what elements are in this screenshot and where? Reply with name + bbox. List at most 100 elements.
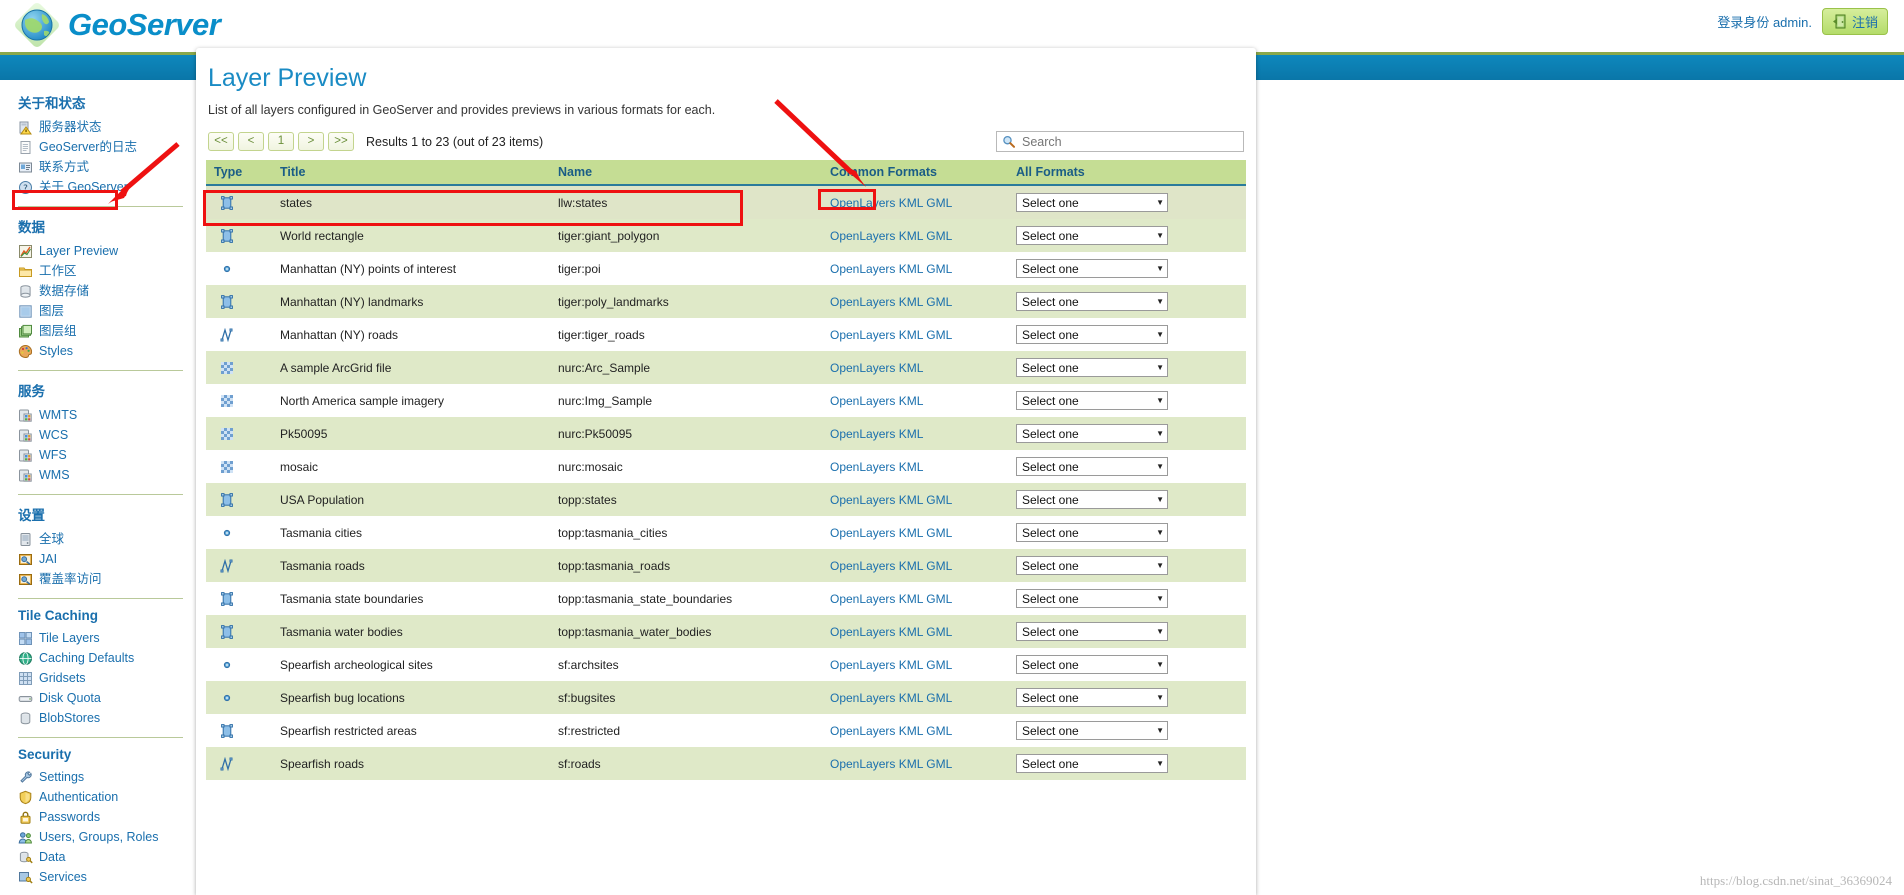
sidebar-item-[interactable]: 图层: [18, 302, 196, 321]
common-formats-links[interactable]: OpenLayers KML GML: [830, 262, 952, 276]
pagination-last-button[interactable]: >>: [328, 132, 354, 151]
sidebar-item-blobstores[interactable]: BlobStores: [18, 709, 196, 728]
cell-type: [206, 747, 272, 780]
sidebar-item-services[interactable]: Services: [18, 868, 196, 887]
column-header-common-formats[interactable]: Common Formats: [822, 160, 1008, 186]
common-formats-links[interactable]: OpenLayers KML GML: [830, 229, 952, 243]
all-formats-select[interactable]: Select one ▼: [1016, 490, 1168, 509]
common-formats-links[interactable]: OpenLayers KML: [830, 460, 923, 474]
table-row[interactable]: North America sample imagery nurc:Img_Sam…: [206, 384, 1246, 417]
table-row[interactable]: USA Population topp:states OpenLayers KML …: [206, 483, 1246, 516]
all-formats-select[interactable]: Select one ▼: [1016, 688, 1168, 707]
table-row[interactable]: Manhattan (NY) points of interest tiger:p…: [206, 252, 1246, 285]
sidebar-item-wcs[interactable]: WCS: [18, 426, 196, 445]
search-input[interactable]: [1020, 133, 1238, 150]
all-formats-select[interactable]: Select one ▼: [1016, 556, 1168, 575]
sidebar-item-[interactable]: 覆盖率访问: [18, 570, 196, 589]
pagination-page-1-button[interactable]: 1: [268, 132, 294, 151]
all-formats-select[interactable]: Select one ▼: [1016, 193, 1168, 212]
logout-button[interactable]: 注销: [1821, 8, 1888, 35]
pagination-first-button[interactable]: <<: [208, 132, 234, 151]
common-formats-links[interactable]: OpenLayers KML GML: [830, 526, 952, 540]
common-formats-links[interactable]: OpenLayers KML GML: [830, 328, 952, 342]
table-row[interactable]: Tasmania cities topp:tasmania_cities OpenL…: [206, 516, 1246, 549]
search-box[interactable]: [996, 131, 1244, 152]
cell-name: tiger:giant_polygon: [550, 219, 822, 252]
all-formats-select[interactable]: Select one ▼: [1016, 358, 1168, 377]
sidebar-item-[interactable]: 服务器状态: [18, 118, 196, 137]
common-formats-links[interactable]: OpenLayers KML: [830, 394, 923, 408]
sidebar-item-data[interactable]: Data: [18, 848, 196, 867]
sidebar-item-jai[interactable]: JAI: [18, 550, 196, 569]
sidebar-item-geoserver[interactable]: GeoServer的日志: [18, 138, 196, 157]
column-header-all-formats[interactable]: All Formats: [1008, 160, 1246, 186]
common-formats-links[interactable]: OpenLayers KML GML: [830, 691, 952, 705]
all-formats-select[interactable]: Select one ▼: [1016, 622, 1168, 641]
all-formats-select[interactable]: Select one ▼: [1016, 655, 1168, 674]
sidebar-item-geoserver[interactable]: ? 关于 GeoServer: [18, 178, 196, 197]
brand-logo[interactable]: GeoServer: [14, 2, 221, 48]
all-formats-select[interactable]: Select one ▼: [1016, 259, 1168, 278]
sidebar-item-styles[interactable]: Styles: [18, 342, 196, 361]
all-formats-select[interactable]: Select one ▼: [1016, 754, 1168, 773]
common-formats-links[interactable]: OpenLayers KML GML: [830, 592, 952, 606]
sidebar-item-[interactable]: 全球: [18, 530, 196, 549]
all-formats-select[interactable]: Select one ▼: [1016, 292, 1168, 311]
column-header-type[interactable]: Type: [206, 160, 272, 186]
sidebar-item-tile-layers[interactable]: Tile Layers: [18, 629, 196, 648]
all-formats-select[interactable]: Select one ▼: [1016, 589, 1168, 608]
all-formats-select[interactable]: Select one ▼: [1016, 523, 1168, 542]
sidebar-item-[interactable]: 工作区: [18, 262, 196, 281]
table-row[interactable]: Pk50095 nurc:Pk50095 OpenLayers KML Select …: [206, 417, 1246, 450]
table-row[interactable]: mosaic nurc:mosaic OpenLayers KML Select on…: [206, 450, 1246, 483]
column-header-name[interactable]: Name: [550, 160, 822, 186]
table-row[interactable]: states llw:states OpenLayers KML GML Select…: [206, 185, 1246, 219]
table-row[interactable]: Tasmania state boundaries topp:tasmania_s…: [206, 582, 1246, 615]
sidebar-item-[interactable]: 数据存储: [18, 282, 196, 301]
sidebar-item-[interactable]: 联系方式: [18, 158, 196, 177]
pagination-prev-button[interactable]: <: [238, 132, 264, 151]
common-formats-links[interactable]: OpenLayers KML GML: [830, 658, 952, 672]
all-formats-select[interactable]: Select one ▼: [1016, 424, 1168, 443]
point-type-icon: [220, 658, 234, 672]
common-formats-links[interactable]: OpenLayers KML GML: [830, 724, 952, 738]
all-formats-select[interactable]: Select one ▼: [1016, 226, 1168, 245]
sidebar-item-wmts[interactable]: WMTS: [18, 406, 196, 425]
sidebar-item-layer-preview[interactable]: Layer Preview: [18, 242, 196, 261]
common-formats-links[interactable]: OpenLayers KML GML: [830, 559, 952, 573]
column-header-title[interactable]: Title: [272, 160, 550, 186]
common-formats-links[interactable]: OpenLayers KML GML: [830, 625, 952, 639]
sidebar-item-caching-defaults[interactable]: Caching Defaults: [18, 649, 196, 668]
all-formats-select[interactable]: Select one ▼: [1016, 457, 1168, 476]
pagination-next-button[interactable]: >: [298, 132, 324, 151]
sidebar-item-settings[interactable]: Settings: [18, 768, 196, 787]
common-formats-links[interactable]: OpenLayers KML: [830, 361, 923, 375]
common-formats-links[interactable]: OpenLayers KML GML: [830, 295, 952, 309]
sidebar-item-wms[interactable]: WMS: [18, 466, 196, 485]
common-formats-links[interactable]: OpenLayers KML GML: [830, 757, 952, 771]
sidebar-item-disk-quota[interactable]: Disk Quota: [18, 689, 196, 708]
raster-type-icon: [220, 394, 234, 408]
sidebar-item-gridsets[interactable]: Gridsets: [18, 669, 196, 688]
table-row[interactable]: Manhattan (NY) roads tiger:tiger_roads Ope…: [206, 318, 1246, 351]
table-row[interactable]: Spearfish restricted areas sf:restricted O…: [206, 714, 1246, 747]
table-row[interactable]: World rectangle tiger:giant_polygon OpenLa…: [206, 219, 1246, 252]
sidebar-item-authentication[interactable]: Authentication: [18, 788, 196, 807]
table-row[interactable]: Tasmania water bodies topp:tasmania_water…: [206, 615, 1246, 648]
table-row[interactable]: Spearfish bug locations sf:bugsites OpenLa…: [206, 681, 1246, 714]
table-row[interactable]: Tasmania roads topp:tasmania_roads OpenLay…: [206, 549, 1246, 582]
table-row[interactable]: Spearfish roads sf:roads OpenLayers KML GM…: [206, 747, 1246, 780]
all-formats-select[interactable]: Select one ▼: [1016, 391, 1168, 410]
common-formats-links[interactable]: OpenLayers KML GML: [830, 493, 952, 507]
sidebar-item-[interactable]: 图层组: [18, 322, 196, 341]
table-row[interactable]: A sample ArcGrid file nurc:Arc_Sample Open…: [206, 351, 1246, 384]
sidebar-item-wfs[interactable]: WFS: [18, 446, 196, 465]
table-row[interactable]: Manhattan (NY) landmarks tiger:poly_landm…: [206, 285, 1246, 318]
common-formats-links[interactable]: OpenLayers KML GML: [830, 196, 952, 210]
sidebar-item-passwords[interactable]: Passwords: [18, 808, 196, 827]
all-formats-select[interactable]: Select one ▼: [1016, 721, 1168, 740]
common-formats-links[interactable]: OpenLayers KML: [830, 427, 923, 441]
all-formats-select[interactable]: Select one ▼: [1016, 325, 1168, 344]
sidebar-item-users-groups-roles[interactable]: Users, Groups, Roles: [18, 828, 196, 847]
table-row[interactable]: Spearfish archeological sites sf:archsite…: [206, 648, 1246, 681]
